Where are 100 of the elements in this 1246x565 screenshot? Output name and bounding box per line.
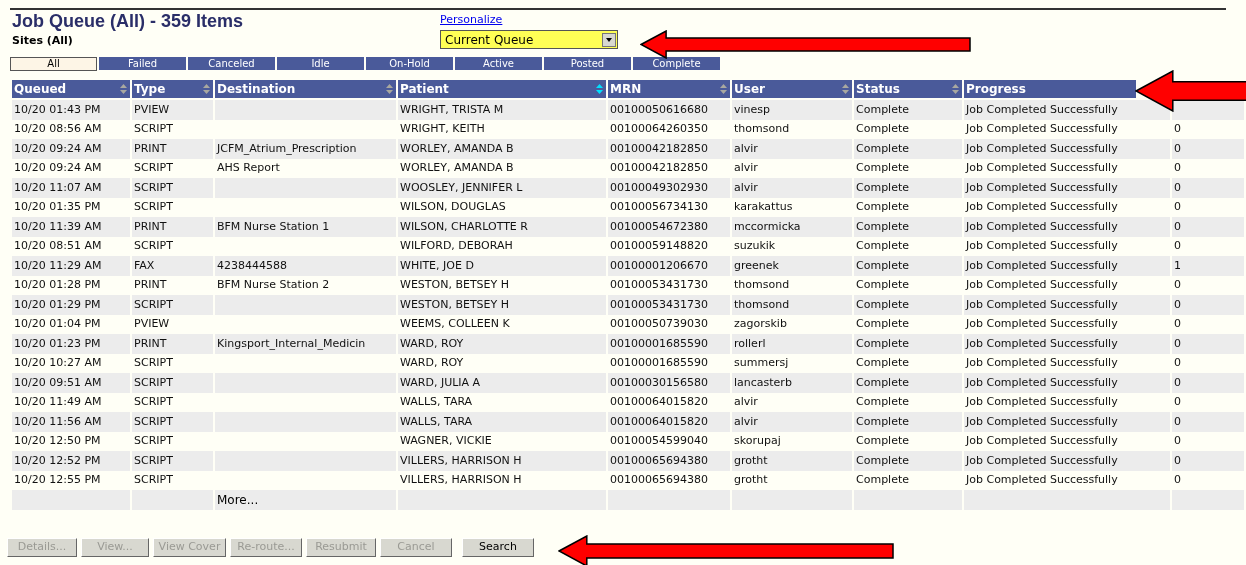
table-cell: 00100054672380: [608, 217, 730, 237]
table-cell: PRINT: [132, 334, 213, 354]
table-cell: alvir: [732, 178, 852, 198]
table-cell: SCRIPT: [132, 295, 213, 315]
table-cell: rollerl: [732, 334, 852, 354]
table-cell: BFM Nurse Station 1: [215, 217, 396, 237]
column-header[interactable]: Destination: [215, 80, 396, 98]
table-cell: Complete: [854, 412, 962, 432]
table-cell: 0: [1172, 178, 1244, 198]
tab[interactable]: Complete: [633, 57, 720, 70]
column-header[interactable]: Type: [132, 80, 213, 98]
table-cell: Job Completed Successfully: [964, 217, 1170, 237]
table-cell: Job Completed Successfully: [964, 100, 1170, 120]
dropdown-icon: [602, 32, 616, 47]
table-cell: 0: [1172, 451, 1244, 471]
sort-icon: [842, 84, 849, 94]
table-cell: Complete: [854, 100, 962, 120]
table-cell: 10/20 01:29 PM: [12, 295, 130, 315]
table-cell: 10/20 01:23 PM: [12, 334, 130, 354]
table-cell: 00100064015820: [608, 412, 730, 432]
table-cell: vinesp: [732, 100, 852, 120]
table-cell: WRIGHT, TRISTA M: [398, 100, 606, 120]
table-cell: Job Completed Successfully: [964, 334, 1170, 354]
table-cell: SCRIPT: [132, 412, 213, 432]
sort-icon: [386, 84, 393, 94]
sort-icon: [203, 84, 210, 94]
column-header[interactable]: Queued: [12, 80, 130, 98]
tab[interactable]: Failed: [99, 57, 186, 70]
table-cell: PRINT: [132, 217, 213, 237]
table-cell: Complete: [854, 295, 962, 315]
tab[interactable]: On-Hold: [366, 57, 453, 70]
table-cell: SCRIPT: [132, 373, 213, 393]
table-cell: 0: [1172, 295, 1244, 315]
table-cell: Kingsport_Internal_Medicin: [215, 334, 396, 354]
table-cell: Job Completed Successfully: [964, 412, 1170, 432]
table-cell: 0: [1172, 334, 1244, 354]
column-header[interactable]: Patient: [398, 80, 606, 98]
table-cell: 00100001206670: [608, 256, 730, 276]
tab[interactable]: All: [10, 57, 97, 71]
table-cell: lancasterb: [732, 373, 852, 393]
queue-select[interactable]: Current Queue: [440, 30, 618, 49]
table-cell: 10/20 11:29 AM: [12, 256, 130, 276]
table-cell: 10/20 09:51 AM: [12, 373, 130, 393]
table-cell: WHITE, JOE D: [398, 256, 606, 276]
table-cell: Complete: [854, 139, 962, 159]
table-cell: 00100049302930: [608, 178, 730, 198]
table-cell: 00100050616680: [608, 100, 730, 120]
table-cell: 0: [1172, 373, 1244, 393]
column-header[interactable]: Status: [854, 80, 962, 98]
table-cell: 10/20 11:56 AM: [12, 412, 130, 432]
table-cell: 0: [1172, 217, 1244, 237]
tab[interactable]: Canceled: [188, 57, 275, 70]
table-cell: SCRIPT: [132, 451, 213, 471]
sort-icon: [120, 84, 127, 94]
table-cell: PRINT: [132, 139, 213, 159]
sites-label: Sites (All): [12, 33, 74, 49]
sort-icon: [596, 84, 603, 94]
action-button[interactable]: Search: [462, 537, 534, 557]
tab[interactable]: Active: [455, 57, 542, 70]
tab[interactable]: Posted: [544, 57, 631, 70]
table-cell: 00100053431730: [608, 295, 730, 315]
table-cell: 10/20 11:39 AM: [12, 217, 130, 237]
table-cell: VILLERS, HARRISON H: [398, 451, 606, 471]
personalize-link[interactable]: Personalize: [440, 12, 503, 28]
table-cell: WARD, JULIA A: [398, 373, 606, 393]
table-cell: Complete: [854, 334, 962, 354]
table-cell: 10/20 11:07 AM: [12, 178, 130, 198]
table-cell: 1: [1172, 256, 1244, 276]
table-cell: Complete: [854, 373, 962, 393]
sort-icon: [952, 84, 959, 94]
table-cell: WESTON, BETSEY H: [398, 295, 606, 315]
table-cell: 10/20 09:24 AM: [12, 139, 130, 159]
table-cell: mccormicka: [732, 217, 852, 237]
table-cell: 10/20 12:52 PM: [12, 451, 130, 471]
table-cell: SCRIPT: [132, 178, 213, 198]
table-cell: WOOSLEY, JENNIFER L: [398, 178, 606, 198]
table-cell: alvir: [732, 139, 852, 159]
table-cell: alvir: [732, 412, 852, 432]
table-cell: 00100030156580: [608, 373, 730, 393]
table-cell: JCFM_Atrium_Prescription: [215, 139, 396, 159]
table-cell: WALLS, TARA: [398, 412, 606, 432]
table-cell: PVIEW: [132, 100, 213, 120]
table-cell: WARD, ROY: [398, 334, 606, 354]
table-cell: 00100042182850: [608, 139, 730, 159]
table-cell: WILSON, CHARLOTTE R: [398, 217, 606, 237]
table-cell: Job Completed Successfully: [964, 178, 1170, 198]
table-cell: Complete: [854, 178, 962, 198]
column-header[interactable]: Progress: [964, 80, 1136, 98]
table-cell: 0: [1172, 139, 1244, 159]
table-cell: Complete: [854, 217, 962, 237]
column-header[interactable]: MRN: [608, 80, 730, 98]
table-cell: Complete: [854, 451, 962, 471]
table-cell: Complete: [854, 256, 962, 276]
table-cell: 00100001685590: [608, 334, 730, 354]
tab[interactable]: Idle: [277, 57, 364, 70]
table-cell: grotht: [732, 451, 852, 471]
table-cell: 10/20 01:43 PM: [12, 100, 130, 120]
column-header[interactable]: User: [732, 80, 852, 98]
table-cell: Job Completed Successfully: [964, 451, 1170, 471]
table-cell: thomsond: [732, 295, 852, 315]
